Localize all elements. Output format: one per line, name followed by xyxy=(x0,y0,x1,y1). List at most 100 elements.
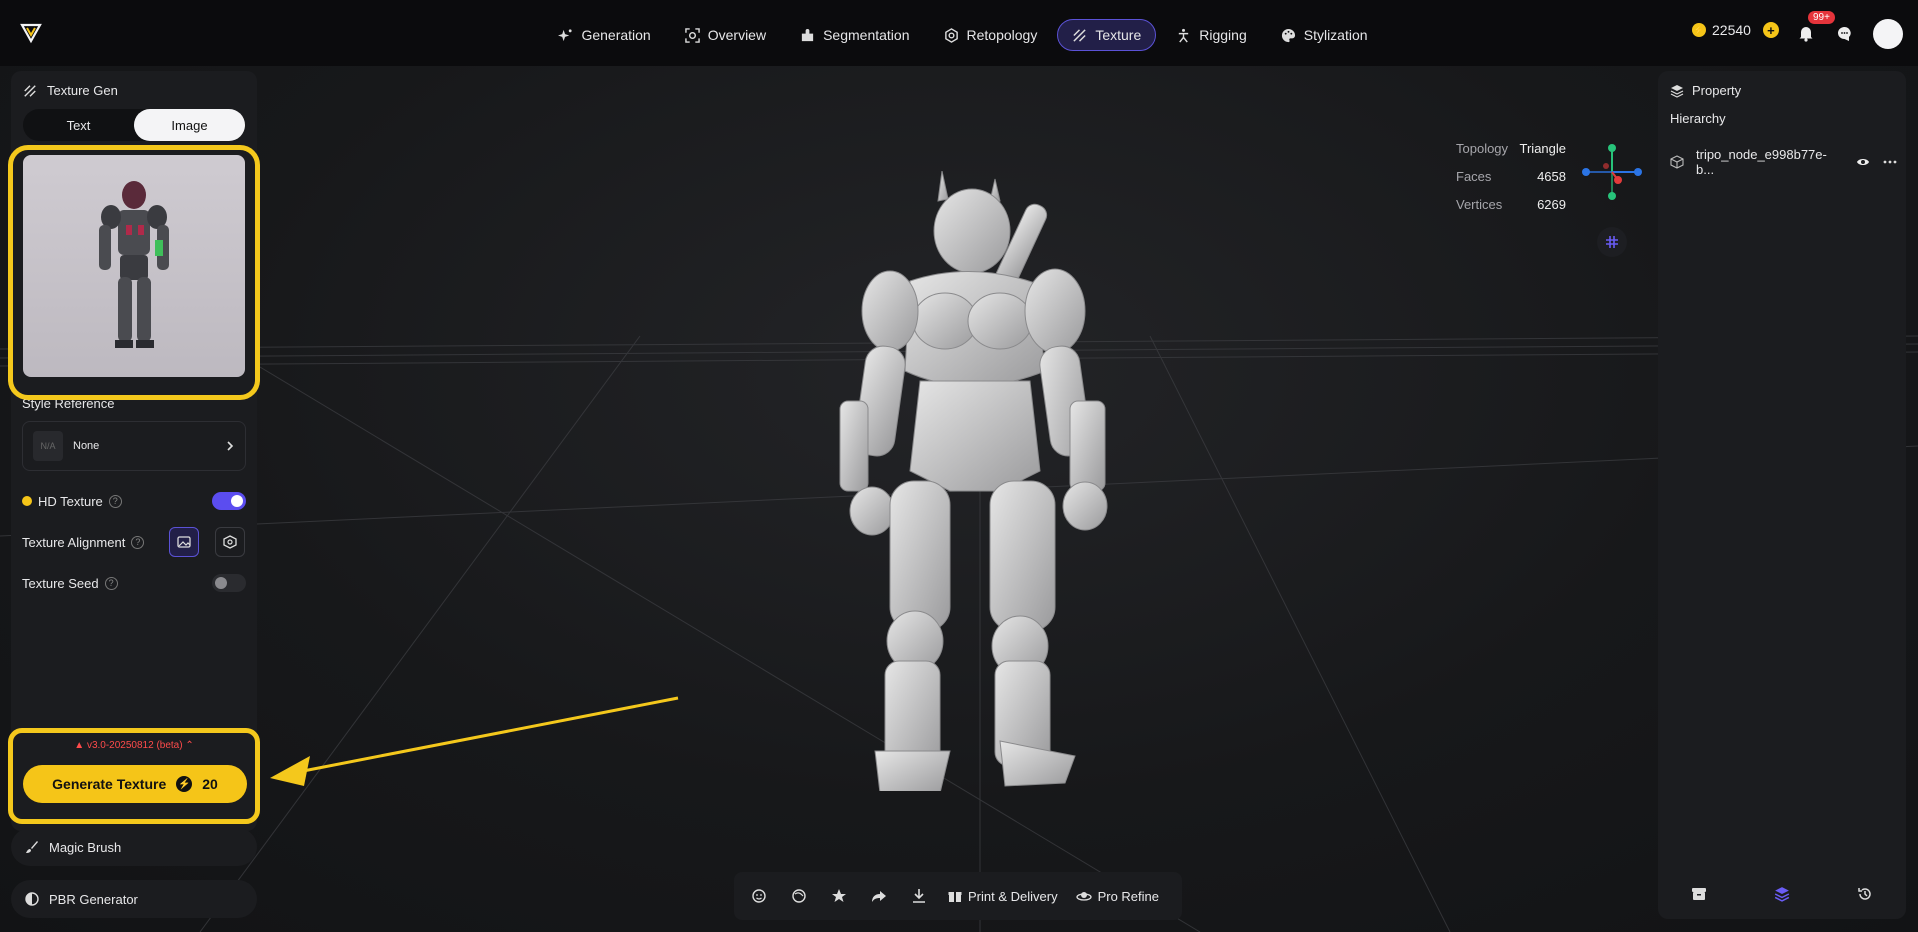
mesh-stats: Topology Triangle Faces 4658 Vertices 6269 xyxy=(1456,134,1566,218)
history-icon[interactable] xyxy=(1857,886,1873,902)
nav-label: Texture xyxy=(1095,27,1142,43)
tab-image[interactable]: Image xyxy=(134,109,245,141)
nav-label: Overview xyxy=(707,27,767,43)
3d-character-model[interactable] xyxy=(800,171,1130,791)
hd-texture-label: HD Texture xyxy=(38,493,103,509)
sparkle-icon xyxy=(558,28,573,41)
texture-icon xyxy=(24,84,36,97)
style-reference-selector[interactable]: N/A None xyxy=(22,421,246,471)
axis-gizmo[interactable] xyxy=(1582,144,1642,200)
style-thumbnail-placeholder: N/A xyxy=(33,431,63,461)
panel-header: Texture Gen xyxy=(23,83,118,98)
texture-alignment-label: Texture Alignment xyxy=(22,534,126,550)
panel-title: Texture Gen xyxy=(47,83,118,98)
mode-tabs: Text Image xyxy=(23,109,245,141)
gift-icon xyxy=(948,892,962,902)
topology-value: Triangle xyxy=(1519,140,1566,156)
magic-brush-label: Magic Brush xyxy=(49,839,122,855)
align-geometry-button[interactable] xyxy=(215,527,245,557)
pbr-label: PBR Generator xyxy=(49,891,138,907)
sphere-icon[interactable] xyxy=(788,885,810,907)
highlight-frame xyxy=(8,145,260,400)
view-reset-button[interactable] xyxy=(1597,227,1627,257)
archive-icon[interactable] xyxy=(1691,886,1707,902)
nav-label: Generation xyxy=(581,27,651,43)
tab-text[interactable]: Text xyxy=(23,109,134,141)
print-delivery-button[interactable]: Print & Delivery xyxy=(948,889,1058,904)
scan-icon xyxy=(684,27,700,43)
texture-icon xyxy=(1073,28,1086,42)
property-header: Property xyxy=(1670,83,1741,98)
credits-value: 22540 xyxy=(1712,22,1751,38)
faces-value: 4658 xyxy=(1537,168,1566,184)
nav-label: Stylization xyxy=(1303,27,1368,43)
print-label: Print & Delivery xyxy=(968,888,1058,904)
chat-icon[interactable] xyxy=(1836,25,1853,42)
nav-label: Rigging xyxy=(1199,27,1247,43)
add-credits-icon[interactable]: + xyxy=(1762,22,1779,38)
texture-alignment-row: Texture Alignment ? xyxy=(22,530,246,554)
nav-texture[interactable]: Texture xyxy=(1057,19,1157,51)
magic-brush-button[interactable]: Magic Brush xyxy=(11,828,257,866)
pbr-generator-button[interactable]: PBR Generator xyxy=(11,880,257,918)
hd-texture-toggle[interactable] xyxy=(212,492,246,510)
bolt-coin-icon: ⚡ xyxy=(1692,23,1706,37)
share-icon[interactable] xyxy=(868,885,890,907)
figure-icon xyxy=(1179,28,1189,43)
align-image-button[interactable] xyxy=(169,527,199,557)
face-icon[interactable] xyxy=(748,885,770,907)
nav-overview[interactable]: Overview xyxy=(671,19,780,51)
nav-label: Segmentation xyxy=(823,27,910,43)
help-icon[interactable]: ? xyxy=(104,576,118,590)
hd-coin-icon xyxy=(22,496,32,506)
nav-generation[interactable]: Generation xyxy=(544,19,664,51)
hierarchy-node[interactable]: tripo_node_e998b77e-b... xyxy=(1670,147,1898,177)
3d-viewport[interactable]: Topology Triangle Faces 4658 Vertices 6269 xyxy=(0,66,1918,932)
refine-icon xyxy=(1075,892,1092,901)
nav-retopology[interactable]: Retopology xyxy=(930,19,1052,51)
bell-icon[interactable] xyxy=(1797,24,1815,42)
bottom-toolbar: Print & Delivery Pro Refine xyxy=(734,872,1182,920)
more-icon[interactable] xyxy=(1882,155,1898,169)
help-icon[interactable]: ? xyxy=(108,494,122,508)
hierarchy-label: Hierarchy xyxy=(1670,111,1726,126)
vertices-value: 6269 xyxy=(1537,196,1566,212)
image-icon xyxy=(177,536,191,548)
brush-icon xyxy=(26,841,38,853)
download-icon[interactable] xyxy=(908,885,930,907)
help-icon[interactable]: ? xyxy=(131,535,145,549)
half-circle-icon xyxy=(25,892,39,906)
chevron-right-icon xyxy=(227,441,234,451)
hd-texture-row: HD Texture ? xyxy=(22,489,246,513)
annotation-arrow xyxy=(270,696,679,786)
nav-rigging[interactable]: Rigging xyxy=(1162,19,1260,51)
eye-icon[interactable] xyxy=(1856,155,1870,169)
pro-refine-button[interactable]: Pro Refine xyxy=(1075,889,1159,904)
gear-icon xyxy=(944,27,958,43)
grid-icon xyxy=(1606,236,1618,248)
main-nav: Generation Overview Segmentation Retopol… xyxy=(0,19,1918,51)
user-avatar[interactable] xyxy=(1873,19,1903,49)
texture-seed-label: Texture Seed xyxy=(22,575,99,591)
star-icon[interactable] xyxy=(828,885,850,907)
vertices-label: Vertices xyxy=(1456,196,1503,212)
layers-icon xyxy=(1670,84,1684,98)
cube-icon xyxy=(1670,155,1684,169)
property-title: Property xyxy=(1692,83,1742,98)
style-reference-value: None xyxy=(73,440,100,452)
topology-label: Topology xyxy=(1456,140,1509,156)
faces-label: Faces xyxy=(1456,168,1492,184)
panel-bottom-tabs xyxy=(1658,879,1906,909)
credits-display[interactable]: ⚡ 22540 + xyxy=(1692,22,1779,38)
texture-seed-toggle[interactable] xyxy=(212,574,246,592)
texture-seed-row: Texture Seed ? xyxy=(22,571,246,595)
layers-icon[interactable] xyxy=(1774,886,1790,902)
nav-segmentation[interactable]: Segmentation xyxy=(786,19,923,51)
puzzle-icon xyxy=(801,28,814,41)
highlight-frame xyxy=(8,728,260,824)
notification-badge: 99+ xyxy=(1808,11,1835,24)
node-name: tripo_node_e998b77e-b... xyxy=(1696,147,1827,177)
nav-stylization[interactable]: Stylization xyxy=(1267,19,1382,51)
palette-icon xyxy=(1281,28,1295,42)
cube-gear-icon xyxy=(223,535,237,549)
